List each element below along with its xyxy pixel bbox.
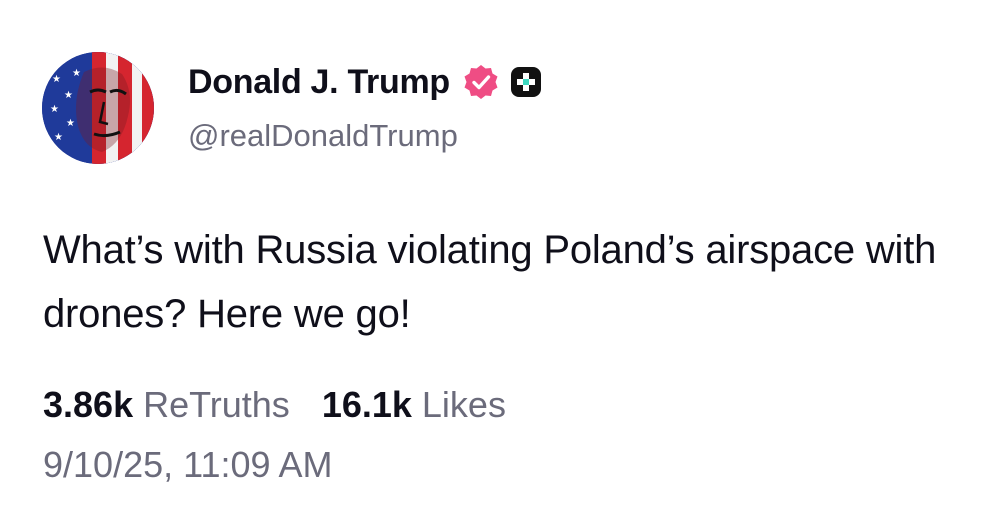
post-stats: 3.86k ReTruths 16.1k Likes (43, 384, 506, 426)
plus-icon (510, 66, 542, 98)
svg-text:★: ★ (50, 104, 59, 115)
svg-text:★: ★ (64, 90, 73, 101)
svg-text:★: ★ (52, 74, 61, 85)
likes-stat[interactable]: 16.1k Likes (322, 384, 506, 426)
retruths-label: ReTruths (143, 384, 290, 425)
post-timestamp[interactable]: 9/10/25, 11:09 AM (43, 444, 333, 486)
retruths-stat[interactable]: 3.86k ReTruths (43, 384, 290, 426)
svg-text:★: ★ (66, 118, 75, 129)
svg-text:★: ★ (54, 132, 63, 143)
svg-text:★: ★ (72, 68, 81, 79)
author-display-name[interactable]: Donald J. Trump (188, 63, 450, 102)
author-name-row: Donald J. Trump (188, 60, 542, 104)
retruths-count: 3.86k (43, 384, 134, 425)
likes-label: Likes (421, 384, 506, 425)
likes-count: 16.1k (321, 384, 412, 425)
avatar-flag-portrait-icon: ★ ★ ★ ★ ★ ★ (42, 52, 154, 164)
author-avatar[interactable]: ★ ★ ★ ★ ★ ★ (42, 52, 154, 164)
post-body-text: What’s with Russia violating Poland’s ai… (43, 228, 937, 336)
verified-badge-icon (462, 63, 500, 101)
truth-post: ★ ★ ★ ★ ★ ★ Donald J. Trump @realDonaldT… (0, 0, 1000, 513)
author-handle[interactable]: @realDonaldTrump (188, 118, 458, 154)
